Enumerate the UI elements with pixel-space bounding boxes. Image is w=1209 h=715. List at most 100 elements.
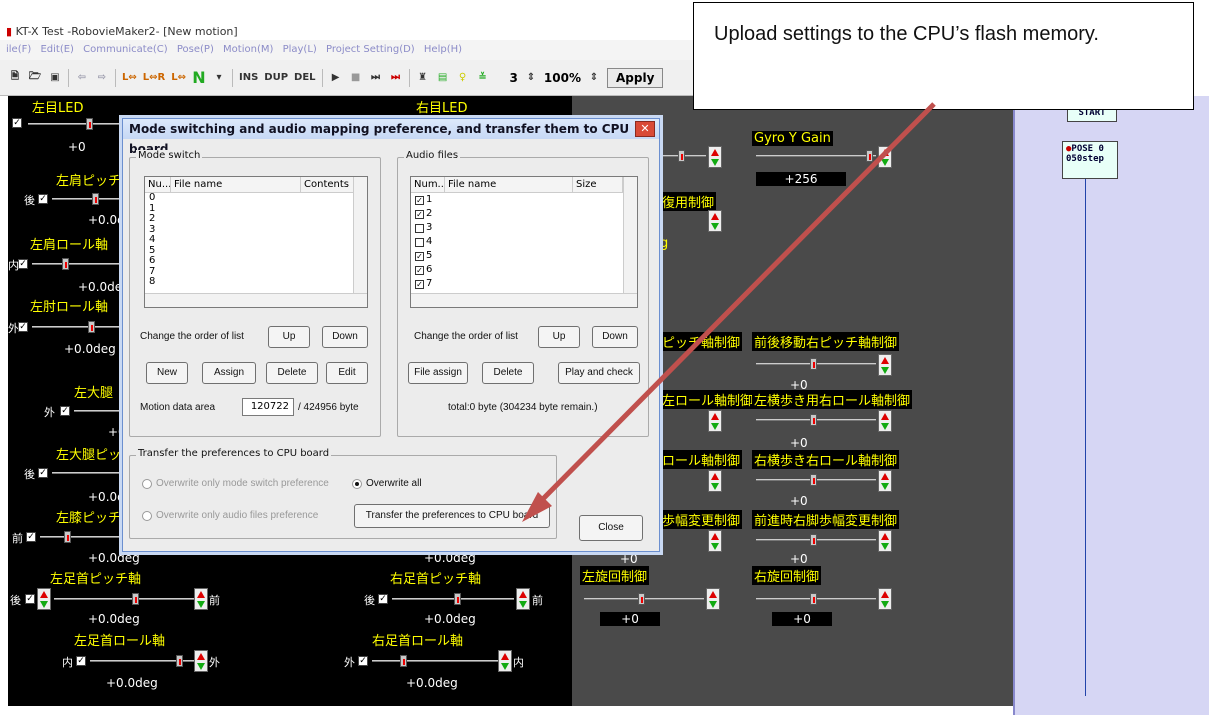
n-icon[interactable]: N: [192, 68, 206, 87]
mirror-l-button[interactable]: L⇔: [122, 72, 137, 83]
list-item[interactable]: 3: [145, 224, 367, 236]
dropdown-icon[interactable]: ▾: [212, 72, 226, 83]
overwrite-audio-label[interactable]: Overwrite only audio files preference: [156, 510, 318, 521]
file-assign-button[interactable]: File assign: [408, 362, 468, 384]
audio-list-item[interactable]: ✓ 7: [411, 277, 637, 291]
list-item[interactable]: 6: [145, 255, 367, 267]
l-led-slider[interactable]: [28, 118, 120, 130]
col-contents[interactable]: Contents: [301, 177, 355, 192]
audio-down-button[interactable]: Down: [592, 326, 638, 348]
l-elbow-roll-slider[interactable]: [32, 321, 122, 333]
r-ankle-pitch-slider[interactable]: [392, 593, 514, 605]
record-play-icon[interactable]: ⏭: [389, 72, 403, 83]
l-led-checkbox[interactable]: ✓: [12, 118, 22, 128]
chart-icon[interactable]: ▤: [436, 72, 450, 83]
audio-up-button[interactable]: Up: [538, 326, 580, 348]
zoom-value[interactable]: 100%: [544, 71, 581, 85]
audio-item-checkbox[interactable]: ✓: [415, 195, 424, 205]
overwrite-all-label[interactable]: Overwrite all: [366, 478, 422, 489]
mid-spin-2[interactable]: [708, 210, 722, 232]
l-ankle-roll-checkbox[interactable]: ✓: [76, 656, 86, 666]
l-knee-checkbox[interactable]: ✓: [26, 532, 36, 542]
gyro-y-gain-slider[interactable]: [756, 150, 876, 162]
overwrite-audio-radio[interactable]: [142, 511, 152, 521]
step-spinner-icon[interactable]: ⇕: [524, 72, 538, 83]
l-ankle-roll-slider[interactable]: [90, 655, 194, 667]
menu-pose[interactable]: Pose(P): [177, 44, 214, 55]
fast-forward-icon[interactable]: ⏭: [369, 72, 383, 83]
new-file-icon[interactable]: 🗎: [8, 69, 22, 86]
audio-item-checkbox[interactable]: [415, 237, 424, 247]
fwd-right-pitch-spin[interactable]: [878, 354, 892, 376]
col-size[interactable]: Size: [573, 177, 623, 192]
side-right-roll-spin[interactable]: [878, 410, 892, 432]
r-ankle-pitch-checkbox[interactable]: ✓: [378, 594, 388, 604]
overwrite-mode-radio[interactable]: [142, 479, 152, 489]
mode-switch-list[interactable]: Nu... File name Contents 0 1 2 3 4 5 6 7…: [144, 176, 368, 308]
ins-button[interactable]: INS: [239, 72, 258, 83]
list-item[interactable]: 7: [145, 266, 367, 278]
list-item[interactable]: 4: [145, 234, 367, 246]
list-item[interactable]: 0: [145, 192, 367, 204]
l-thigh-slider[interactable]: [74, 405, 122, 417]
fwd-right-stride-slider[interactable]: [756, 534, 876, 546]
play-icon[interactable]: ▶: [329, 72, 343, 83]
transfer-button[interactable]: Transfer the preferences to CPU board: [354, 504, 550, 528]
l-shoulder-roll-checkbox[interactable]: ✓: [18, 259, 28, 269]
level-icon[interactable]: ≚: [476, 72, 490, 83]
flow-pose-node[interactable]: ●POSE 0 050step: [1062, 141, 1118, 179]
vertical-scrollbar[interactable]: [623, 177, 637, 293]
col-number[interactable]: Nu...: [145, 177, 171, 192]
assign-button[interactable]: Assign: [202, 362, 256, 384]
col-num[interactable]: Num...: [411, 177, 445, 192]
menu-help[interactable]: Help(H): [424, 44, 462, 55]
open-folder-icon[interactable]: 🗁: [28, 69, 42, 86]
audio-item-checkbox[interactable]: [415, 223, 424, 233]
robot-icon[interactable]: ♜: [416, 72, 430, 83]
menu-play[interactable]: Play(L): [283, 44, 317, 55]
audio-item-checkbox[interactable]: ✓: [415, 209, 424, 219]
audio-list-item[interactable]: ✓ 5: [411, 249, 637, 263]
vertical-scrollbar[interactable]: [353, 177, 367, 293]
mirror-lr-button[interactable]: L⇔R: [143, 72, 165, 83]
l-shoulder-pitch-checkbox[interactable]: ✓: [38, 194, 48, 204]
arrow-left-icon[interactable]: ⇦: [75, 72, 89, 83]
del-button[interactable]: DEL: [294, 72, 316, 83]
mid-spin-4[interactable]: [708, 470, 722, 492]
horizontal-scrollbar[interactable]: [411, 293, 637, 307]
l-ankle-roll-spin[interactable]: [194, 650, 208, 672]
l-turn-spin[interactable]: [706, 588, 720, 610]
audio-list-item[interactable]: ✓ 1: [411, 193, 637, 207]
r-ankle-pitch-spin[interactable]: [516, 588, 530, 610]
l-elbow-roll-checkbox[interactable]: ✓: [18, 322, 28, 332]
overwrite-all-radio[interactable]: [352, 479, 362, 489]
mid-slider-1[interactable]: [662, 150, 706, 162]
col-file-name[interactable]: File name: [171, 177, 301, 192]
lightbulb-icon[interactable]: ♀: [456, 72, 470, 83]
r-ankle-roll-slider[interactable]: [372, 655, 498, 667]
new-button[interactable]: New: [146, 362, 188, 384]
fwd-right-stride-spin[interactable]: [878, 530, 892, 552]
audio-list-item[interactable]: ✓ 6: [411, 263, 637, 277]
close-button[interactable]: Close: [579, 515, 643, 541]
r-ankle-roll-checkbox[interactable]: ✓: [358, 656, 368, 666]
edit-button[interactable]: Edit: [326, 362, 368, 384]
zoom-spinner-icon[interactable]: ⇕: [587, 72, 601, 83]
side-right-roll2-slider[interactable]: [756, 474, 876, 486]
motion-area-field[interactable]: 120722: [242, 398, 294, 416]
menu-file[interactable]: ile(F): [6, 44, 31, 55]
l-thigh-pitch-slider[interactable]: [52, 467, 122, 479]
l-shoulder-pitch-slider[interactable]: [52, 193, 122, 205]
l-thigh-pitch-checkbox[interactable]: ✓: [38, 468, 48, 478]
mid-spin-5[interactable]: [708, 530, 722, 552]
step-value[interactable]: 3: [510, 71, 518, 85]
horizontal-scrollbar[interactable]: [145, 293, 367, 307]
arrow-right-icon[interactable]: ⇨: [95, 72, 109, 83]
col-file-name[interactable]: File name: [445, 177, 573, 192]
save-icon[interactable]: ▣: [48, 72, 62, 83]
delete-button[interactable]: Delete: [266, 362, 318, 384]
close-icon[interactable]: ✕: [635, 121, 655, 137]
audio-item-checkbox[interactable]: ✓: [415, 279, 424, 289]
mid-spin-1[interactable]: [708, 146, 722, 168]
r-turn-spin[interactable]: [878, 588, 892, 610]
